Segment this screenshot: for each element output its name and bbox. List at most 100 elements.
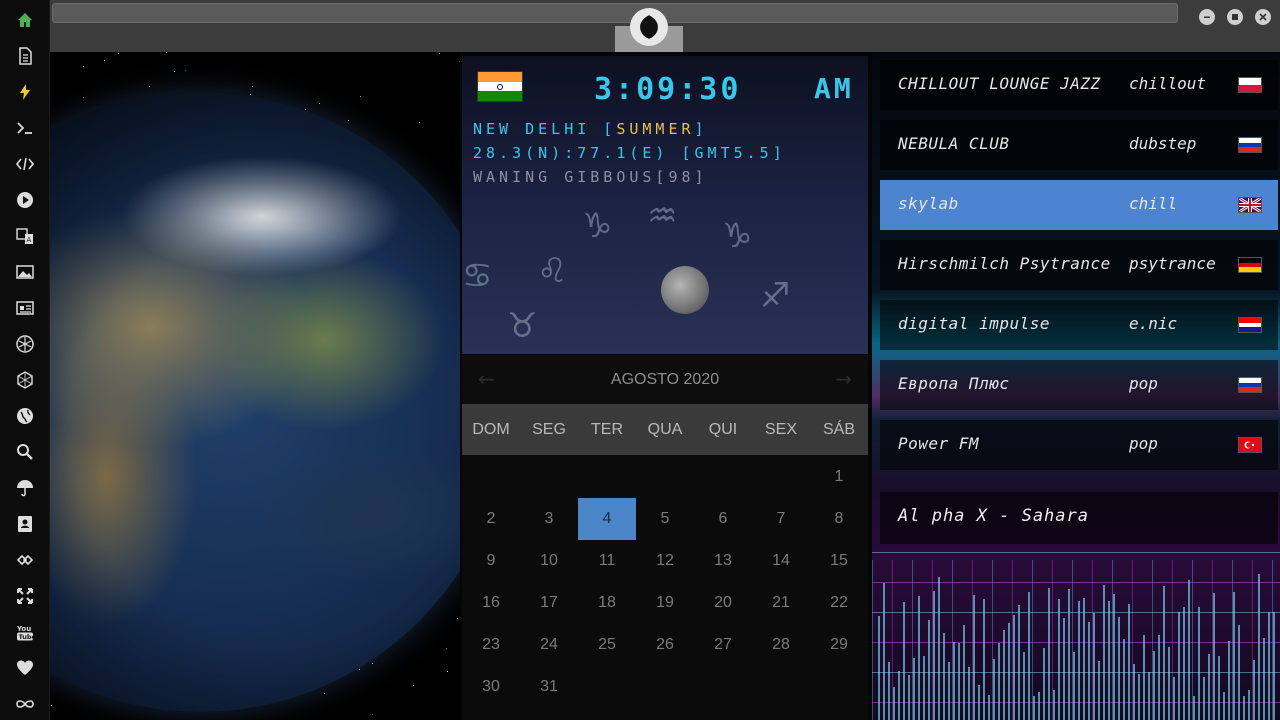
star [118, 53, 119, 54]
station-genre: dubstep [1129, 134, 1197, 153]
calendar-day[interactable]: 23 [462, 624, 520, 666]
visualizer-bar [1253, 660, 1255, 720]
sidebar-item-rebel-alliance[interactable] [13, 332, 37, 356]
star [319, 103, 320, 104]
calendar-day[interactable]: 20 [694, 582, 752, 624]
visualizer-bar [938, 577, 940, 720]
calendar-day[interactable]: 28 [752, 624, 810, 666]
calendar-day[interactable]: 7 [752, 498, 810, 540]
sidebar-item-terminal[interactable] [13, 116, 37, 140]
sidebar-item-home[interactable] [13, 8, 37, 32]
maximize-button[interactable] [1227, 9, 1243, 25]
sidebar-item-link[interactable] [13, 548, 37, 572]
station-genre: pop [1129, 374, 1158, 393]
calendar-day[interactable]: 30 [462, 666, 520, 708]
station-row[interactable]: NEBULA CLUB dubstep [880, 120, 1278, 170]
visualizer-bar [923, 656, 925, 720]
sidebar-item-youtube[interactable]: You Tube [13, 620, 37, 644]
calendar-day[interactable]: 6 [694, 498, 752, 540]
zodiac-decoration: ♑ [582, 206, 613, 246]
station-row[interactable]: Европа Плюс pop [880, 360, 1278, 410]
visualizer-bar [913, 658, 915, 720]
calendar-day[interactable]: 18 [578, 582, 636, 624]
zodiac-decoration: ♋ [462, 256, 493, 296]
station-genre: pop [1129, 434, 1158, 453]
calendar-day[interactable]: 21 [752, 582, 810, 624]
moon-image [661, 266, 709, 314]
radio-panel: CHILLOUT LOUNGE JAZZ chillout NEBULA CLUB d… [872, 52, 1280, 720]
calendar-day-today[interactable]: 4 [578, 498, 636, 540]
calendar-day[interactable]: 12 [636, 540, 694, 582]
calendar-day[interactable]: 11 [578, 540, 636, 582]
minimize-button[interactable] [1199, 9, 1215, 25]
visualizer-bar [1168, 647, 1170, 720]
expand-icon [17, 588, 33, 604]
sidebar-item-umbrella[interactable] [13, 476, 37, 500]
calendar-day[interactable]: 24 [520, 624, 578, 666]
chevron-left-icon[interactable]: ← [478, 367, 495, 391]
visualizer-bar [1103, 585, 1105, 720]
calendar-day[interactable]: 13 [694, 540, 752, 582]
sidebar-item-hexagon[interactable] [13, 368, 37, 392]
sidebar-item-expand[interactable] [13, 584, 37, 608]
sidebar-item-globe[interactable] [13, 404, 37, 428]
visualizer-bar [1233, 592, 1235, 720]
visualizer-bar [1138, 674, 1140, 720]
calendar-day[interactable]: 22 [810, 582, 868, 624]
visualizer-bar [1218, 656, 1220, 720]
calendar-day[interactable]: 10 [520, 540, 578, 582]
visualizer-bar [1173, 677, 1175, 720]
calendar-day[interactable]: 16 [462, 582, 520, 624]
sidebar-item-search[interactable] [13, 440, 37, 464]
star [174, 71, 175, 72]
station-row[interactable]: Hirschmilch Psytrance psytrance [880, 240, 1278, 290]
calendar-day[interactable]: 19 [636, 582, 694, 624]
star [360, 96, 361, 97]
calendar-day[interactable]: 8 [810, 498, 868, 540]
svg-text:Tube: Tube [19, 633, 36, 641]
sidebar-item-heart[interactable] [13, 656, 37, 680]
station-row[interactable]: Power FM pop [880, 420, 1278, 470]
visualizer-bar [1248, 690, 1250, 720]
address-bar[interactable] [52, 3, 1178, 23]
grid-line [872, 582, 1280, 583]
grid-line [872, 552, 1280, 553]
sidebar-item-news[interactable] [13, 296, 37, 320]
zodiac-decoration: ♐ [760, 276, 791, 316]
calendar-day[interactable]: 2 [462, 498, 520, 540]
visualizer-bar [983, 599, 985, 720]
close-button[interactable] [1255, 9, 1271, 25]
calendar-day[interactable]: 14 [752, 540, 810, 582]
star [446, 648, 447, 649]
calendar-day[interactable]: 26 [636, 624, 694, 666]
visualizer-bar [1058, 599, 1060, 720]
sidebar-item-image[interactable] [13, 260, 37, 284]
sidebar-item-document[interactable] [13, 44, 37, 68]
station-row[interactable]: CHILLOUT LOUNGE JAZZ chillout [880, 60, 1278, 110]
calendar-day[interactable]: 17 [520, 582, 578, 624]
calendar-day[interactable]: 31 [520, 666, 578, 708]
sidebar-item-code[interactable] [13, 152, 37, 176]
calendar-day[interactable]: 9 [462, 540, 520, 582]
star [372, 714, 373, 715]
calendar-day[interactable]: 5 [636, 498, 694, 540]
calendar-day[interactable]: 25 [578, 624, 636, 666]
calendar-day[interactable]: 29 [810, 624, 868, 666]
visualizer-bar [1108, 601, 1110, 720]
station-row-active[interactable]: skylab chill [880, 180, 1278, 230]
sidebar-item-infinity[interactable] [13, 692, 37, 716]
calendar-day[interactable]: 27 [694, 624, 752, 666]
sidebar-item-contacts[interactable] [13, 512, 37, 536]
visualizer-bar [953, 642, 955, 720]
translate-icon: A [16, 228, 33, 244]
station-row[interactable]: digital impulse e.nic [880, 300, 1278, 350]
calendar-day[interactable]: 1 [810, 456, 868, 498]
star [149, 86, 150, 87]
sidebar-item-translate[interactable]: A [13, 224, 37, 248]
calendar-day[interactable]: 3 [520, 498, 578, 540]
earth-globe[interactable] [50, 92, 460, 712]
sidebar-item-lightning[interactable] [13, 80, 37, 104]
chevron-right-icon[interactable]: → [835, 367, 852, 391]
calendar-day[interactable]: 15 [810, 540, 868, 582]
sidebar-item-play[interactable] [13, 188, 37, 212]
